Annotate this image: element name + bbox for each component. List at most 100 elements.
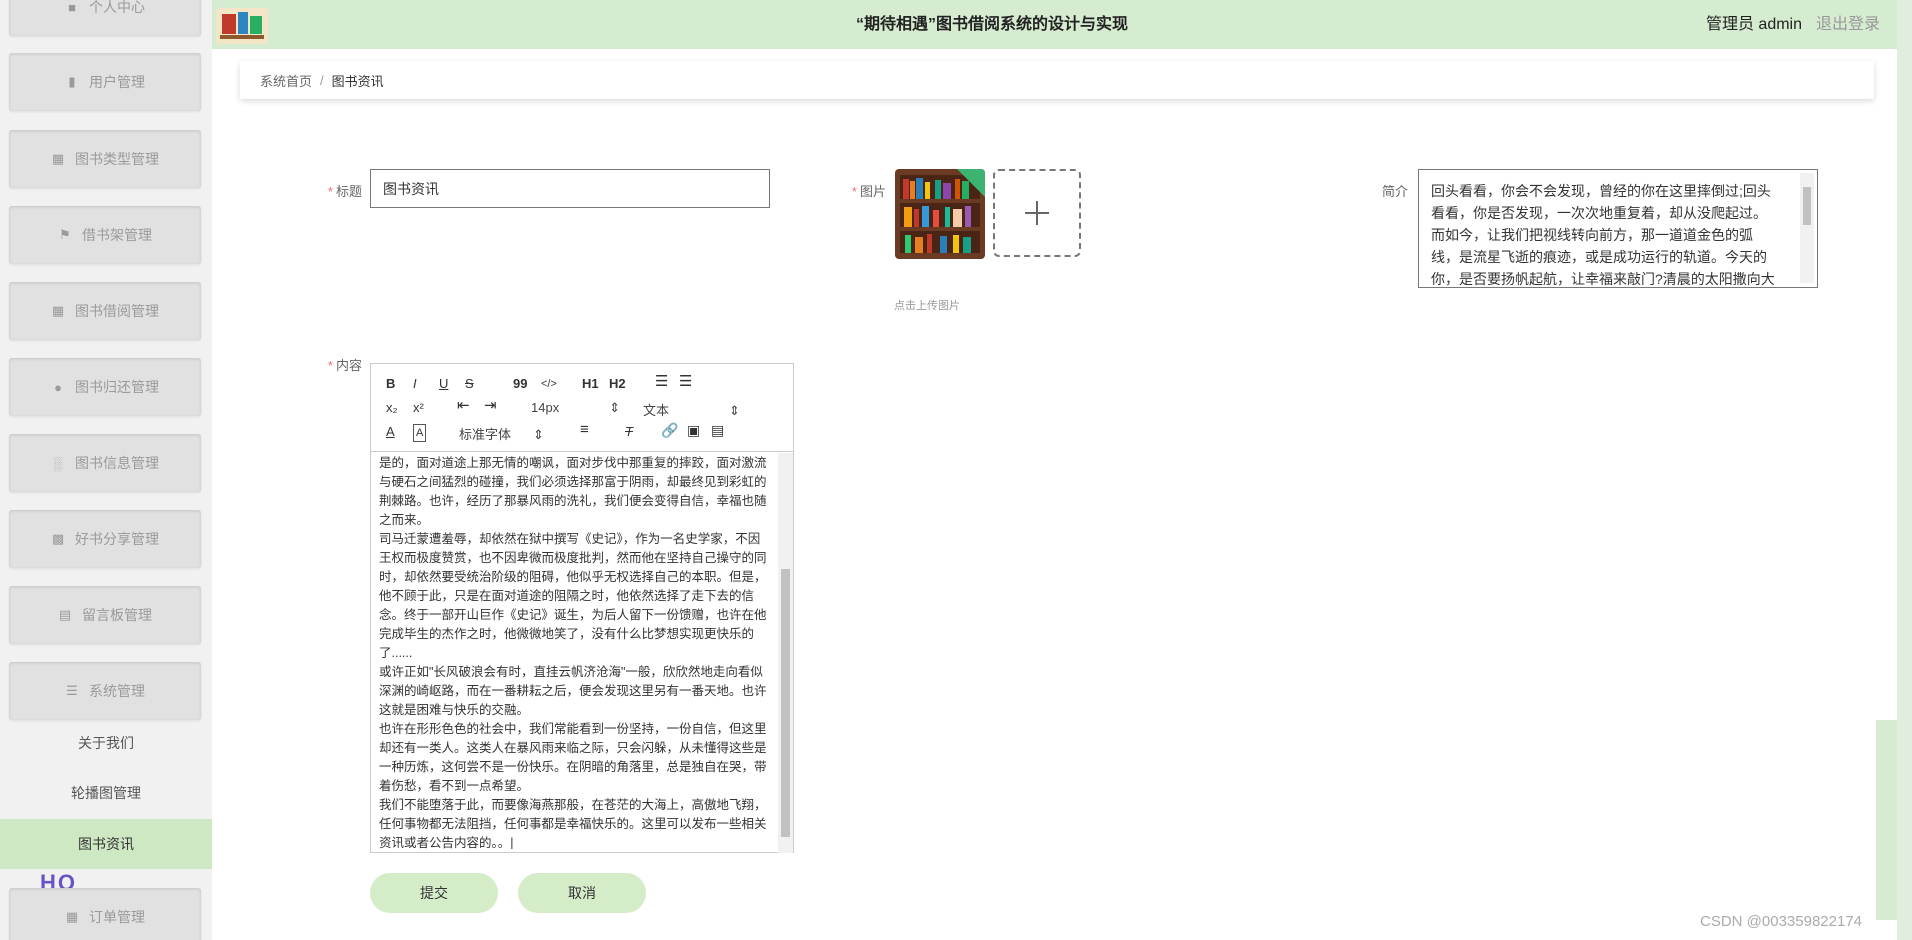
logout-link[interactable]: 退出登录 [1816, 10, 1880, 34]
editor-toolbar: B I U S 99 </> H1 H2 ☰ ☰ x₂ x² ⇤ ⇥ 14px ⇕… [371, 364, 793, 452]
scroll-thumb[interactable] [1803, 187, 1811, 225]
sidebar-item-label: 好书分享管理 [75, 531, 159, 547]
sidebar-item-label: 用户管理 [89, 74, 145, 90]
background-color-icon[interactable]: A [413, 424, 427, 442]
intro-label: 简介 [1360, 181, 1408, 200]
intro-textarea[interactable]: 回头看看，你会不会发现，曾经的你在这里摔倒过;回头看看，你是否发现，一次次地重复… [1418, 169, 1818, 288]
content-label-text: 内容 [335, 358, 362, 373]
underline-button[interactable]: U [439, 376, 448, 392]
sidebar-item-label: 留言板管理 [82, 607, 152, 623]
font-family-select[interactable]: 标准字体 ⇕ [459, 424, 544, 443]
clipboard-icon: ▩ [51, 531, 65, 546]
bar-chart-icon: ░ [53, 455, 63, 471]
grid-icon: ▦ [65, 909, 79, 924]
bullet-list-icon[interactable]: ☰ [679, 374, 692, 390]
content-paragraph: 也许在形形色色的社会中，我们常能看到一份坚持，一份自信，但这里却还有一类人。这类… [379, 722, 767, 793]
link-icon[interactable]: 🔗 [661, 422, 678, 438]
outdent-icon[interactable]: ⇤ [457, 398, 470, 414]
add-image-button[interactable] [993, 169, 1081, 257]
upload-hint: 点击上传图片 [894, 300, 960, 312]
top-header: “期待相遇”图书借阅系统的设计与实现 管理员 admin 退出登录 [212, 0, 1912, 49]
user-icon: ■ [68, 0, 76, 15]
grid-icon: ▦ [51, 151, 65, 166]
sidebar-item-book-types[interactable]: ▦ 图书类型管理 [9, 130, 201, 188]
sidebar-item-book-share[interactable]: ▩ 好书分享管理 [9, 510, 201, 568]
sidebar-item-label: 借书架管理 [82, 227, 152, 243]
editor-scrollbar[interactable] [778, 453, 793, 853]
breadcrumb-current: 图书资讯 [331, 73, 384, 89]
flag-icon: ⚑ [59, 227, 71, 242]
code-block-button[interactable]: </> [541, 376, 557, 392]
ordered-list-icon[interactable]: ☰ [655, 374, 668, 390]
breadcrumb-home[interactable]: 系统首页 [260, 71, 312, 90]
title-input[interactable] [370, 169, 770, 208]
italic-button[interactable]: I [413, 376, 417, 392]
bold-button[interactable]: B [386, 376, 395, 392]
font-color-icon[interactable]: A [386, 424, 395, 440]
video-icon[interactable]: ▤ [711, 422, 724, 438]
uploaded-image-thumbnail[interactable] [895, 169, 985, 259]
sidebar-item-returns[interactable]: ● 图书归还管理 [9, 358, 201, 416]
sidebar-item-borrowing[interactable]: ▦ 图书借阅管理 [9, 282, 201, 340]
sidebar-item-label: 图书信息管理 [75, 455, 159, 471]
content-paragraph: 我们不能堕落于此，而要像海燕那般，在苍茫的大海上，高傲地飞翔，任何事物都无法阻挡… [379, 798, 767, 849]
required-mark: * [851, 184, 857, 199]
bulb-icon: ● [54, 379, 62, 395]
sidebar-item-users[interactable]: ▮ 用户管理 [9, 53, 201, 111]
sidebar-item-orders[interactable]: ▦ 订单管理 [9, 888, 201, 940]
blockquote-button[interactable]: 99 [513, 376, 527, 392]
sidebar-item-bookshelf[interactable]: ⚑ 借书架管理 [9, 206, 201, 264]
sidebar-item-personal-center[interactable]: ■ 个人中心 [9, 0, 201, 36]
menu-icon: ☰ [66, 683, 78, 698]
page-scrollbar[interactable] [1897, 0, 1912, 940]
sidebar-item-system[interactable]: ☰ 系统管理 [9, 662, 201, 720]
indent-icon[interactable]: ⇥ [484, 398, 497, 414]
intro-scrollbar[interactable] [1800, 173, 1814, 283]
sidebar-item-message-board[interactable]: ▤ 留言板管理 [9, 586, 201, 644]
sidebar-subitem-book-news[interactable]: 图书资讯 [0, 819, 212, 869]
breadcrumb-separator: / [320, 72, 324, 88]
content-label: * 内容 [300, 355, 362, 374]
select-arrow-icon: ⇕ [533, 427, 544, 442]
breadcrumb: 系统首页 / 图书资讯 [240, 61, 1874, 99]
user-icon: ▮ [68, 74, 76, 89]
watermark: CSDN @003359822174 [1700, 913, 1863, 930]
rich-text-editor[interactable]: B I U S 99 </> H1 H2 ☰ ☰ x₂ x² ⇤ ⇥ 14px ⇕… [370, 363, 794, 853]
content-paragraph: 司马迁蒙遭羞辱，却依然在狱中撰写《史记》，作为一名史学家，不因王权而极度赞赏，也… [379, 532, 767, 660]
superscript-button[interactable]: x² [413, 400, 424, 416]
image-label: * 图片 [830, 181, 886, 200]
sidebar-subitem-about[interactable]: 关于我们 [0, 718, 212, 768]
font-size-value: 14px [531, 400, 560, 415]
sidebar-item-label: 系统管理 [89, 683, 145, 699]
sidebar-subitem-label: 图书资讯 [78, 836, 134, 852]
subscript-button[interactable]: x₂ [386, 400, 398, 416]
font-family-value: 标准字体 [459, 427, 512, 442]
content-paragraph: 是的，面对道途上那无情的嘲讽，面对步伐中那重复的摔跤，面对激流与硬石之间猛烈的碰… [379, 456, 767, 527]
sidebar-item-label: 图书归还管理 [75, 379, 159, 395]
block-format-select[interactable]: 文本 ⇕ [643, 400, 740, 419]
editor-content[interactable]: 是的，面对道途上那无情的嘲讽，面对步伐中那重复的摔跤，面对激流与硬石之间猛烈的碰… [379, 454, 771, 849]
sidebar-item-book-info[interactable]: ░ 图书信息管理 [9, 434, 201, 492]
strike-button[interactable]: S [465, 376, 474, 392]
submit-button[interactable]: 提交 [370, 873, 498, 913]
clear-format-icon[interactable]: T [625, 424, 633, 440]
content-paragraph: 或许正如"长风破浪会有时，直挂云帆济沧海"一般，欣欣然地走向看似深渊的崎岖路，而… [379, 665, 767, 717]
cancel-button[interactable]: 取消 [518, 873, 646, 913]
font-size-select[interactable]: 14px ⇕ [531, 400, 620, 416]
bookshelf-image [895, 169, 985, 259]
decorative-strip [1876, 720, 1897, 920]
title-label-text: 标题 [335, 184, 362, 199]
align-icon[interactable]: ≡ [580, 422, 589, 438]
block-format-value: 文本 [643, 403, 670, 418]
intro-label-text: 简介 [1381, 184, 1408, 199]
scroll-thumb[interactable] [781, 569, 790, 837]
heading1-button[interactable]: H1 [582, 376, 599, 392]
sidebar-item-label: 个人中心 [89, 0, 145, 15]
sidebar-subitem-carousel[interactable]: 轮播图管理 [0, 768, 212, 818]
select-arrow-icon: ⇕ [729, 403, 740, 418]
title-label: * 标题 [300, 181, 362, 200]
sidebar-item-label: 订单管理 [89, 909, 145, 925]
heading2-button[interactable]: H2 [609, 376, 626, 392]
image-icon[interactable]: ▣ [687, 422, 700, 438]
required-mark: * [327, 184, 333, 199]
